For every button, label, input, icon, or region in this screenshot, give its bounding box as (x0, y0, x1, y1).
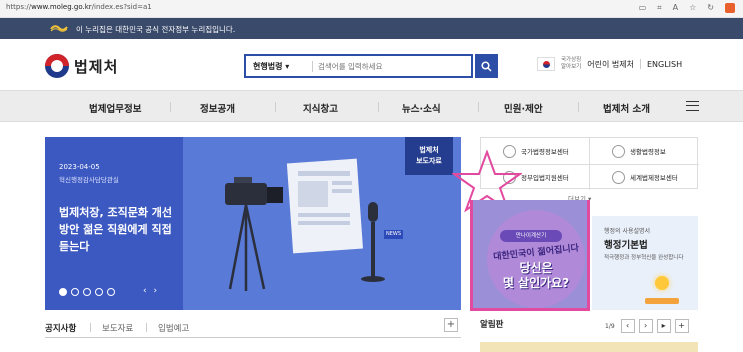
promo2-desc: 적극행정과 정부혁신을 완성합니다 (604, 255, 684, 261)
menu-icon[interactable] (686, 101, 699, 111)
age-calculator-promo[interactable]: 만나이계산기 대한민국이 젊어집니다 당신은 몇 살인가요? (470, 200, 590, 311)
press-camera-illustration (225, 158, 385, 291)
hero-text-panel: 2023-04-05 혁신행정감사담당관실 법제처장, 조직문화 개선 방안 젊… (45, 137, 183, 310)
taegeuk-logo-icon (45, 54, 69, 78)
url-scheme: https:// (6, 3, 32, 11)
ublock-icon[interactable] (725, 3, 735, 13)
national-symbol-link[interactable]: 국가상징 알아보기 (561, 57, 581, 71)
promo2-title: 행정기본법 (604, 240, 648, 251)
hero-dept: 혁신행정감사담당관실 (59, 176, 119, 184)
quick-link-label: 세계법제정보센터 (630, 174, 678, 182)
slide-dot[interactable] (83, 288, 91, 296)
url-host: www.moleg.go.kr (31, 3, 92, 11)
quick-link-label: 국가법령정보센터 (521, 148, 569, 156)
search-box: 현행법령 ▾ (244, 54, 473, 78)
nav-divider (275, 102, 276, 112)
tab-press[interactable]: 보도자료 (102, 322, 133, 334)
quick-link-living-law[interactable]: 생활법령정보 (590, 138, 699, 164)
board-page-number: 1/9 (605, 322, 615, 330)
nav-divider (170, 102, 171, 112)
promo-line2b: 몇 살인가요? (502, 276, 570, 290)
living-law-icon (612, 144, 625, 158)
lightbulb-icon (655, 276, 669, 290)
national-symbol-icon[interactable] (537, 57, 555, 71)
slide-dot[interactable] (95, 288, 103, 296)
taegeuk-banner-icon (50, 25, 68, 32)
header-separator (639, 59, 641, 69)
quick-link-label: 정부입법지원센터 (521, 174, 569, 182)
news-label: NEWS (384, 230, 403, 239)
promo-line2a: 당신은 (519, 261, 553, 275)
badge-line1: 법제처 (419, 146, 439, 154)
nav-item-about[interactable]: 법제처 소개 (603, 101, 650, 115)
press-release-badge: 법제처 보도자료 (405, 137, 453, 175)
slide-indicators (59, 288, 115, 296)
search-divider (312, 61, 313, 72)
board-pager: 1/9 ‹ › ▸ + (605, 319, 689, 333)
board-title: 알림판 (480, 320, 504, 330)
refresh-icon[interactable]: ↻ (707, 3, 714, 13)
favorite-star-icon[interactable]: ☆ (689, 3, 696, 13)
prev-button[interactable]: ‹ (620, 319, 635, 333)
header-links: 국가상징 알아보기 어린이 법제처 ENGLISH (537, 57, 682, 71)
hero-banner[interactable]: 2023-04-05 혁신행정감사담당관실 법제처장, 조직문화 개선 방안 젊… (45, 137, 461, 310)
browser-address-bar[interactable]: https://www.moleg.go.kr/index.es?sid=a1 … (0, 0, 743, 18)
tab-divider (146, 323, 147, 332)
nav-item-news[interactable]: 뉴스·소식 (402, 101, 441, 115)
quick-link-world-law[interactable]: 세계법제정보센터 (590, 164, 699, 190)
book-icon (645, 298, 679, 304)
promo-line2: 당신은 몇 살인가요? (487, 261, 585, 291)
tab-divider (90, 323, 91, 332)
slide-controls[interactable]: ‹ › (143, 286, 159, 296)
next-button[interactable]: › (638, 319, 653, 333)
promo2-subtitle: 행정의 사용설명서 (604, 228, 651, 235)
nav-divider (578, 102, 579, 112)
url-path: /index.es?sid=a1 (91, 3, 152, 11)
nav-item-civil[interactable]: 민원·제안 (504, 101, 543, 115)
site-logo[interactable]: 법제처 (45, 54, 118, 78)
globe-icon (612, 170, 625, 184)
main-nav: 법제업무정보 정보공개 지식창고 뉴스·소식 민원·제안 법제처 소개 (0, 90, 743, 122)
search-input[interactable] (318, 59, 468, 74)
nav-item-knowledge[interactable]: 지식창고 (303, 101, 338, 115)
english-link[interactable]: ENGLISH (647, 60, 682, 69)
grid-icon[interactable]: ⌗ (657, 3, 662, 13)
board-item-strip[interactable] (480, 342, 698, 352)
kids-link[interactable]: 어린이 법제처 (587, 59, 634, 70)
search-button[interactable] (475, 54, 498, 78)
nav-divider (378, 102, 379, 112)
admin-basic-law-promo[interactable]: 행정의 사용설명서 행정기본법 적극행정과 정부혁신을 완성합니다 (592, 216, 698, 310)
board-more-button[interactable]: + (674, 319, 689, 333)
nav-item-disclosure[interactable]: 정보공개 (200, 101, 235, 115)
slide-dot[interactable] (107, 288, 115, 296)
nav-item-legal-work[interactable]: 법제업무정보 (89, 101, 141, 115)
gov-banner-text: 이 누리집은 대한민국 공식 전자정부 누리집입니다. (76, 25, 236, 34)
nav-divider (478, 102, 479, 112)
gov-banner: 이 누리집은 대한민국 공식 전자정부 누리집입니다. (0, 18, 743, 39)
national-symbol-line2: 알아보기 (561, 64, 582, 70)
play-button[interactable]: ▸ (656, 319, 671, 333)
hero-title[interactable]: 법제처장, 조직문화 개선 방안 젊은 직원에게 직접 듣는다 (59, 204, 184, 255)
badge-line2: 보도자료 (416, 157, 442, 165)
slide-dot[interactable] (71, 288, 79, 296)
read-aloud-icon[interactable]: A (673, 3, 678, 13)
slide-dot[interactable] (59, 288, 67, 296)
tab-legislation[interactable]: 입법예고 (158, 322, 189, 334)
reader-icon[interactable]: ▭ (639, 3, 647, 13)
national-symbol-line1: 국가상징 (561, 57, 582, 63)
hero-date: 2023-04-05 (59, 163, 100, 171)
search-scope-select[interactable]: 현행법령 ▾ (253, 61, 289, 72)
promo-tag: 만나이계산기 (500, 230, 562, 242)
url-text[interactable]: https://www.moleg.go.kr/index.es?sid=a1 (6, 3, 152, 11)
search-icon (481, 60, 492, 72)
search-scope-label: 현행법령 (253, 62, 283, 71)
logo-text: 법제처 (74, 57, 119, 76)
notice-more-button[interactable]: + (444, 318, 458, 332)
notice-tabs: 공지사항 보도자료 입법예고 (45, 318, 461, 338)
quick-link-label: 생활법령정보 (630, 148, 666, 156)
tab-notices[interactable]: 공지사항 (45, 322, 76, 334)
